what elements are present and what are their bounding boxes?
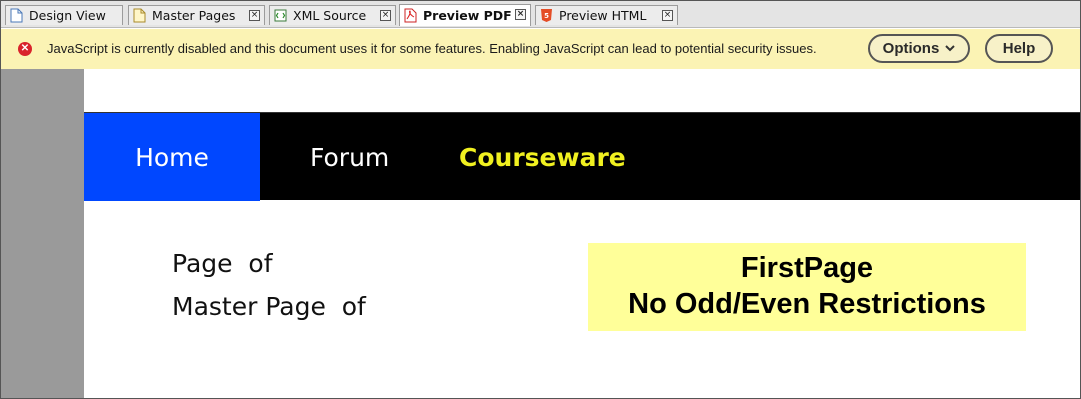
options-label: Options: [882, 40, 940, 57]
tab-bar: Design View Master Pages × XML Source × …: [1, 1, 1080, 28]
tab-label: XML Source: [293, 8, 367, 23]
master-page-number-text: Master Page of: [172, 292, 366, 321]
tab-label: Preview PDF: [423, 8, 512, 23]
page-number-text: Page of: [172, 249, 273, 278]
app-window: Design View Master Pages × XML Source × …: [0, 0, 1081, 399]
close-icon[interactable]: ×: [515, 9, 526, 20]
close-icon[interactable]: ×: [662, 10, 673, 21]
options-button[interactable]: Options: [868, 34, 970, 63]
page-icon: [10, 8, 23, 23]
tab-label: Master Pages: [152, 8, 236, 23]
tab-preview-html[interactable]: 5 Preview HTML ×: [535, 5, 678, 25]
nav-home[interactable]: Home: [84, 113, 260, 201]
close-icon[interactable]: ×: [380, 10, 391, 21]
xml-icon: [274, 8, 287, 23]
chevron-down-icon: [945, 43, 956, 55]
document-gutter: [1, 69, 84, 398]
nav-courseware[interactable]: Courseware: [459, 113, 626, 201]
pdf-icon: [404, 8, 417, 23]
master-page-name: FirstPage: [740, 252, 874, 284]
tab-preview-pdf[interactable]: Preview PDF ×: [399, 4, 531, 26]
help-label: Help: [1002, 40, 1036, 57]
tab-label: Preview HTML: [559, 8, 647, 23]
tab-label: Design View: [29, 8, 106, 23]
javascript-warning-bar: ✕ JavaScript is currently disabled and t…: [1, 29, 1080, 69]
master-page-icon: [133, 8, 146, 23]
tab-design-view[interactable]: Design View: [5, 5, 123, 25]
close-icon[interactable]: ×: [249, 10, 260, 21]
site-navbar: Home Forum Courseware: [84, 112, 1080, 201]
warning-message: JavaScript is currently disabled and thi…: [47, 41, 817, 56]
pdf-page: Home Forum Courseware Page of Master Pag…: [84, 69, 1080, 398]
tab-xml-source[interactable]: XML Source ×: [269, 5, 396, 25]
master-page-info-box: FirstPage No Odd/Even Restrictions: [588, 243, 1026, 331]
svg-text:5: 5: [544, 12, 549, 20]
master-page-restriction: No Odd/Even Restrictions: [628, 288, 986, 320]
tab-master-pages[interactable]: Master Pages ×: [128, 5, 265, 25]
help-button[interactable]: Help: [985, 34, 1053, 63]
nav-forum[interactable]: Forum: [310, 113, 389, 201]
html5-icon: 5: [540, 8, 553, 23]
error-icon: ✕: [18, 42, 32, 56]
